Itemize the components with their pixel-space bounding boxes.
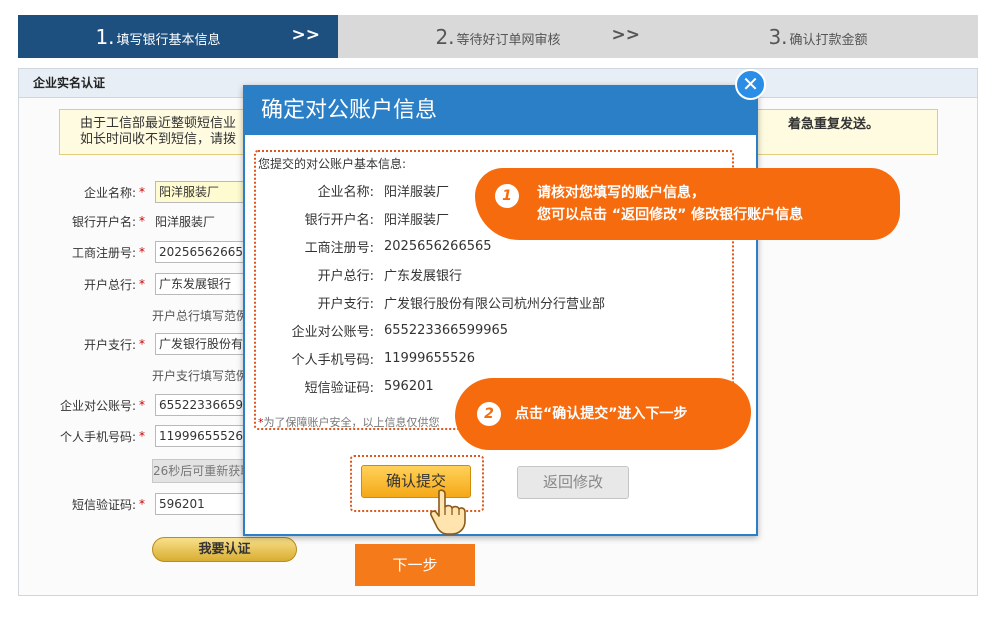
bank-holder-row: 银行开户名: * 阳洋服装厂	[19, 210, 215, 232]
close-icon[interactable]: ✕	[735, 69, 766, 100]
modal-row: 企业对公账号: 655223366599965	[258, 320, 508, 340]
bank-holder-value: 阳洋服装厂	[155, 214, 216, 229]
required-mark: *	[139, 429, 145, 443]
modal-row-label: 短信验证码:	[304, 380, 374, 396]
phone-row: 个人手机号码: * 11999655526	[19, 425, 250, 447]
modal-intro: 您提交的对公账户基本信息:	[258, 157, 407, 171]
step-1-number: 1.	[95, 24, 115, 49]
back-edit-button[interactable]: 返回修改	[517, 466, 629, 499]
callout-2-text: 点击“确认提交”进入下一步	[515, 406, 688, 422]
modal-row-value: 广东发展银行	[384, 268, 463, 284]
account-input[interactable]: 655223366599965	[155, 394, 250, 416]
required-mark: *	[139, 214, 145, 228]
bank-branch-label: 开户支行:	[83, 337, 136, 352]
sms-code-input[interactable]: 596201	[155, 493, 250, 515]
modal-row-value: 11999655526	[384, 350, 475, 366]
modal-row: 个人手机号码: 11999655526	[258, 348, 475, 368]
step-1-label: 填写银行基本信息	[116, 32, 221, 48]
modal-row-value: 655223366599965	[384, 322, 509, 338]
callout-number-badge: 2	[477, 402, 501, 426]
modal-row-label: 企业对公账号:	[291, 324, 374, 340]
security-note-text: 为了保障账户安全，以上信息仅供您	[263, 416, 440, 429]
step-2: 2. 等待好订单网审核 >>	[338, 15, 658, 58]
modal-row-label: 银行开户名:	[304, 212, 374, 228]
modal-row-value: 广发银行股份有限公司杭州分行营业部	[384, 296, 606, 312]
modal-row-value: 2025656266565	[384, 238, 492, 254]
modal-title: 确定对公账户信息	[245, 87, 756, 135]
modal-row-value: 阳洋服装厂	[384, 212, 450, 228]
required-mark: *	[139, 497, 145, 511]
verify-button[interactable]: 我要认证	[152, 537, 297, 562]
next-step-button[interactable]: 下一步	[355, 544, 475, 586]
bank-branch-input[interactable]: 广发银行股份有限公司	[155, 333, 250, 355]
sms-row: 短信验证码: * 596201	[19, 493, 250, 515]
company-row: 企业名称: * 阳洋服装厂	[19, 181, 250, 203]
step-2-number: 2.	[435, 24, 455, 49]
reg-no-label: 工商注册号:	[71, 245, 136, 260]
required-mark: *	[139, 337, 145, 351]
modal-row: 企业名称: 阳洋服装厂	[258, 180, 449, 200]
modal-row: 工商注册号: 2025656266565	[258, 236, 492, 256]
reg-no-row: 工商注册号:* 20256562665656	[19, 241, 250, 263]
bank-branch-row: 开户支行:* 广发银行股份有限公司	[19, 333, 250, 355]
modal-row-label: 工商注册号:	[304, 240, 374, 256]
account-row: 企业对公账号:* 655223366599965	[19, 394, 250, 416]
required-mark: *	[139, 398, 145, 412]
modal-row-label: 企业名称:	[317, 184, 374, 200]
bank-head-row: 开户总行: * 广东发展银行	[19, 273, 250, 295]
step-3-label: 确认打款金额	[789, 32, 868, 48]
modal-row-label: 开户支行:	[317, 296, 374, 312]
modal-row: 开户支行: 广发银行股份有限公司杭州分行营业部	[258, 292, 605, 312]
bank-head-hint[interactable]: 开户总行填写范例	[152, 307, 248, 324]
step-3: 3. 确认打款金额	[658, 15, 978, 58]
double-chevron-right-icon: >>	[291, 25, 321, 45]
required-mark: *	[139, 277, 145, 291]
modal-row: 开户总行: 广东发展银行	[258, 264, 462, 284]
modal-row: 银行开户名: 阳洋服装厂	[258, 208, 449, 228]
notice-right-text: 着急重复发送。	[788, 117, 880, 132]
page: 1. 填写银行基本信息 >> 2. 等待好订单网审核 >> 3. 确认打款金额 企业实…	[0, 0, 999, 619]
required-mark: *	[139, 185, 145, 199]
phone-input[interactable]: 11999655526	[155, 425, 250, 447]
sms-label: 短信验证码:	[71, 497, 136, 512]
modal-row-label: 个人手机号码:	[291, 352, 374, 368]
bank-head-label: 开户总行:	[83, 277, 136, 292]
bank-branch-hint[interactable]: 开户支行填写范例	[152, 367, 248, 384]
modal-row-value: 596201	[384, 378, 434, 394]
callout-1-line-2: 您可以点击 “返回修改” 修改银行账户信息	[537, 207, 804, 223]
modal-row-value: 阳洋服装厂	[384, 184, 450, 200]
required-mark: *	[139, 245, 145, 259]
bank-head-input[interactable]: 广东发展银行	[155, 273, 250, 295]
security-note: *为了保障账户安全，以上信息仅供您	[258, 414, 440, 430]
double-chevron-right-icon: >>	[611, 25, 641, 45]
account-label: 企业对公账号:	[59, 398, 136, 413]
modal-row: 短信验证码: 596201	[258, 376, 434, 396]
resend-sms-button[interactable]: 26秒后可重新获取	[152, 459, 252, 483]
company-input[interactable]: 阳洋服装厂	[155, 181, 250, 203]
bank-holder-label: 银行开户名:	[71, 214, 136, 229]
phone-label: 个人手机号码:	[59, 429, 136, 444]
step-2-label: 等待好订单网审核	[456, 32, 561, 48]
company-label: 企业名称:	[83, 185, 136, 200]
callout-click-confirm: 2 点击“确认提交”进入下一步	[455, 378, 751, 450]
callout-1-line-1: 请核对您填写的账户信息，	[537, 185, 705, 201]
callout-review-info: 1 请核对您填写的账户信息， 您可以点击 “返回修改” 修改银行账户信息	[475, 168, 900, 240]
modal-row-label: 开户总行:	[317, 268, 374, 284]
reg-no-input[interactable]: 20256562665656	[155, 241, 250, 263]
step-1: 1. 填写银行基本信息 >>	[18, 15, 338, 58]
callout-number-badge: 1	[495, 184, 519, 208]
step-bar: 1. 填写银行基本信息 >> 2. 等待好订单网审核 >> 3. 确认打款金额	[18, 15, 978, 58]
pointing-hand-icon	[430, 489, 466, 535]
step-3-number: 3.	[768, 24, 788, 49]
